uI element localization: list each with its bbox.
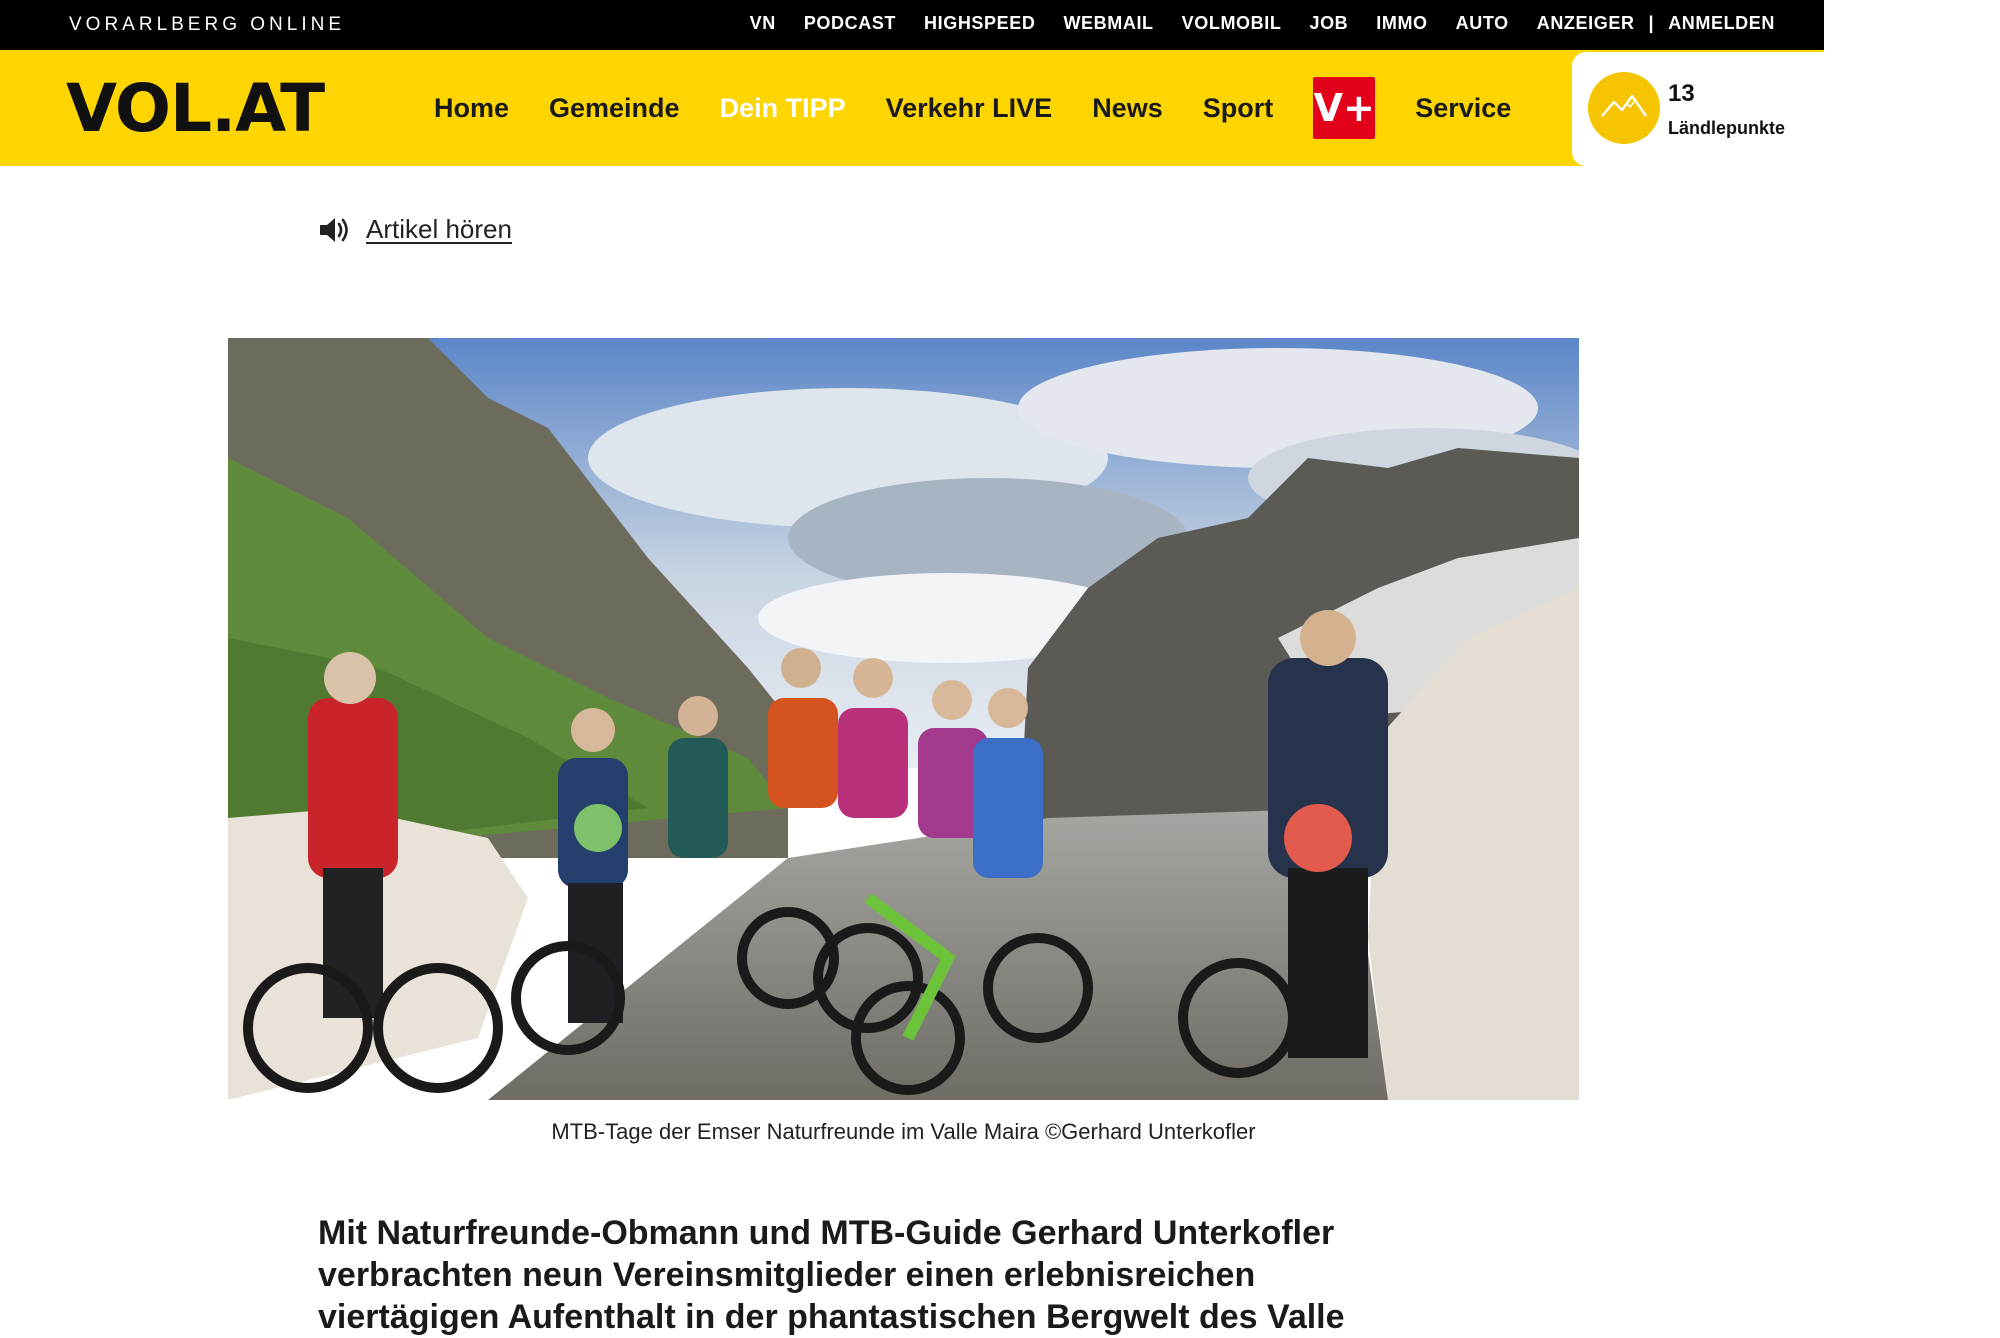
top-link-highspeed[interactable]: HIGHSPEED xyxy=(924,13,1035,34)
nav-home[interactable]: Home xyxy=(434,93,509,124)
site-logo[interactable]: VOL.AT xyxy=(66,70,325,147)
mountain-icon xyxy=(1588,72,1660,144)
top-links: VN PODCAST HIGHSPEED WEBMAIL VOLMOBIL JO… xyxy=(722,13,1775,34)
top-link-auto[interactable]: AUTO xyxy=(1456,13,1509,34)
points-widget[interactable]: 13 Ländlepunkte xyxy=(1572,52,1824,166)
lead-line: Mit Naturfreunde-Obmann und MTB-Guide Ge… xyxy=(318,1214,1335,1252)
nav-sport[interactable]: Sport xyxy=(1203,93,1274,124)
top-bar: VORARLBERG ONLINE VN PODCAST HIGHSPEED W… xyxy=(0,0,1824,50)
top-link-anzeiger[interactable]: ANZEIGER xyxy=(1537,13,1635,34)
top-link-podcast[interactable]: PODCAST xyxy=(804,13,896,34)
lead-line: viertägigen Aufenthalt in der phantastis… xyxy=(318,1298,1345,1336)
nav-news[interactable]: News xyxy=(1092,93,1163,124)
article-lead: Mit Naturfreunde-Obmann und MTB-Guide Ge… xyxy=(318,1212,1478,1338)
top-link-separator: | xyxy=(1648,13,1655,33)
points-count: 13 xyxy=(1668,80,1695,107)
speaker-icon xyxy=(320,217,348,242)
listen-article-button[interactable]: Artikel hören xyxy=(318,214,512,245)
top-link-volmobil[interactable]: VOLMOBIL xyxy=(1182,13,1282,34)
main-nav-bar: VOL.AT Home Gemeinde Dein TIPP Verkehr L… xyxy=(0,50,1824,166)
top-link-vn[interactable]: VN xyxy=(750,13,776,34)
top-link-job[interactable]: JOB xyxy=(1309,13,1348,34)
lead-line: verbrachten neun Vereinsmitglieder einen… xyxy=(318,1256,1256,1294)
vplus-button[interactable]: V+ xyxy=(1313,77,1376,139)
main-nav: Home Gemeinde Dein TIPP Verkehr LIVE New… xyxy=(434,50,1551,166)
top-link-immo[interactable]: IMMO xyxy=(1376,13,1427,34)
nav-gemeinde[interactable]: Gemeinde xyxy=(549,93,680,124)
listen-article-label: Artikel hören xyxy=(366,214,512,244)
nav-verkehr-live[interactable]: Verkehr LIVE xyxy=(886,93,1053,124)
article-hero-image xyxy=(228,338,1579,1100)
top-link-webmail[interactable]: WEBMAIL xyxy=(1063,13,1153,34)
nav-dein-tipp[interactable]: Dein TIPP xyxy=(720,93,846,124)
site-brand[interactable]: VORARLBERG ONLINE xyxy=(69,14,345,36)
image-caption: MTB-Tage der Emser Naturfreunde im Valle… xyxy=(551,1119,1256,1144)
nav-service[interactable]: Service xyxy=(1415,93,1511,124)
login-link[interactable]: ANMELDEN xyxy=(1668,13,1775,34)
points-label: Ländlepunkte xyxy=(1668,118,1786,138)
